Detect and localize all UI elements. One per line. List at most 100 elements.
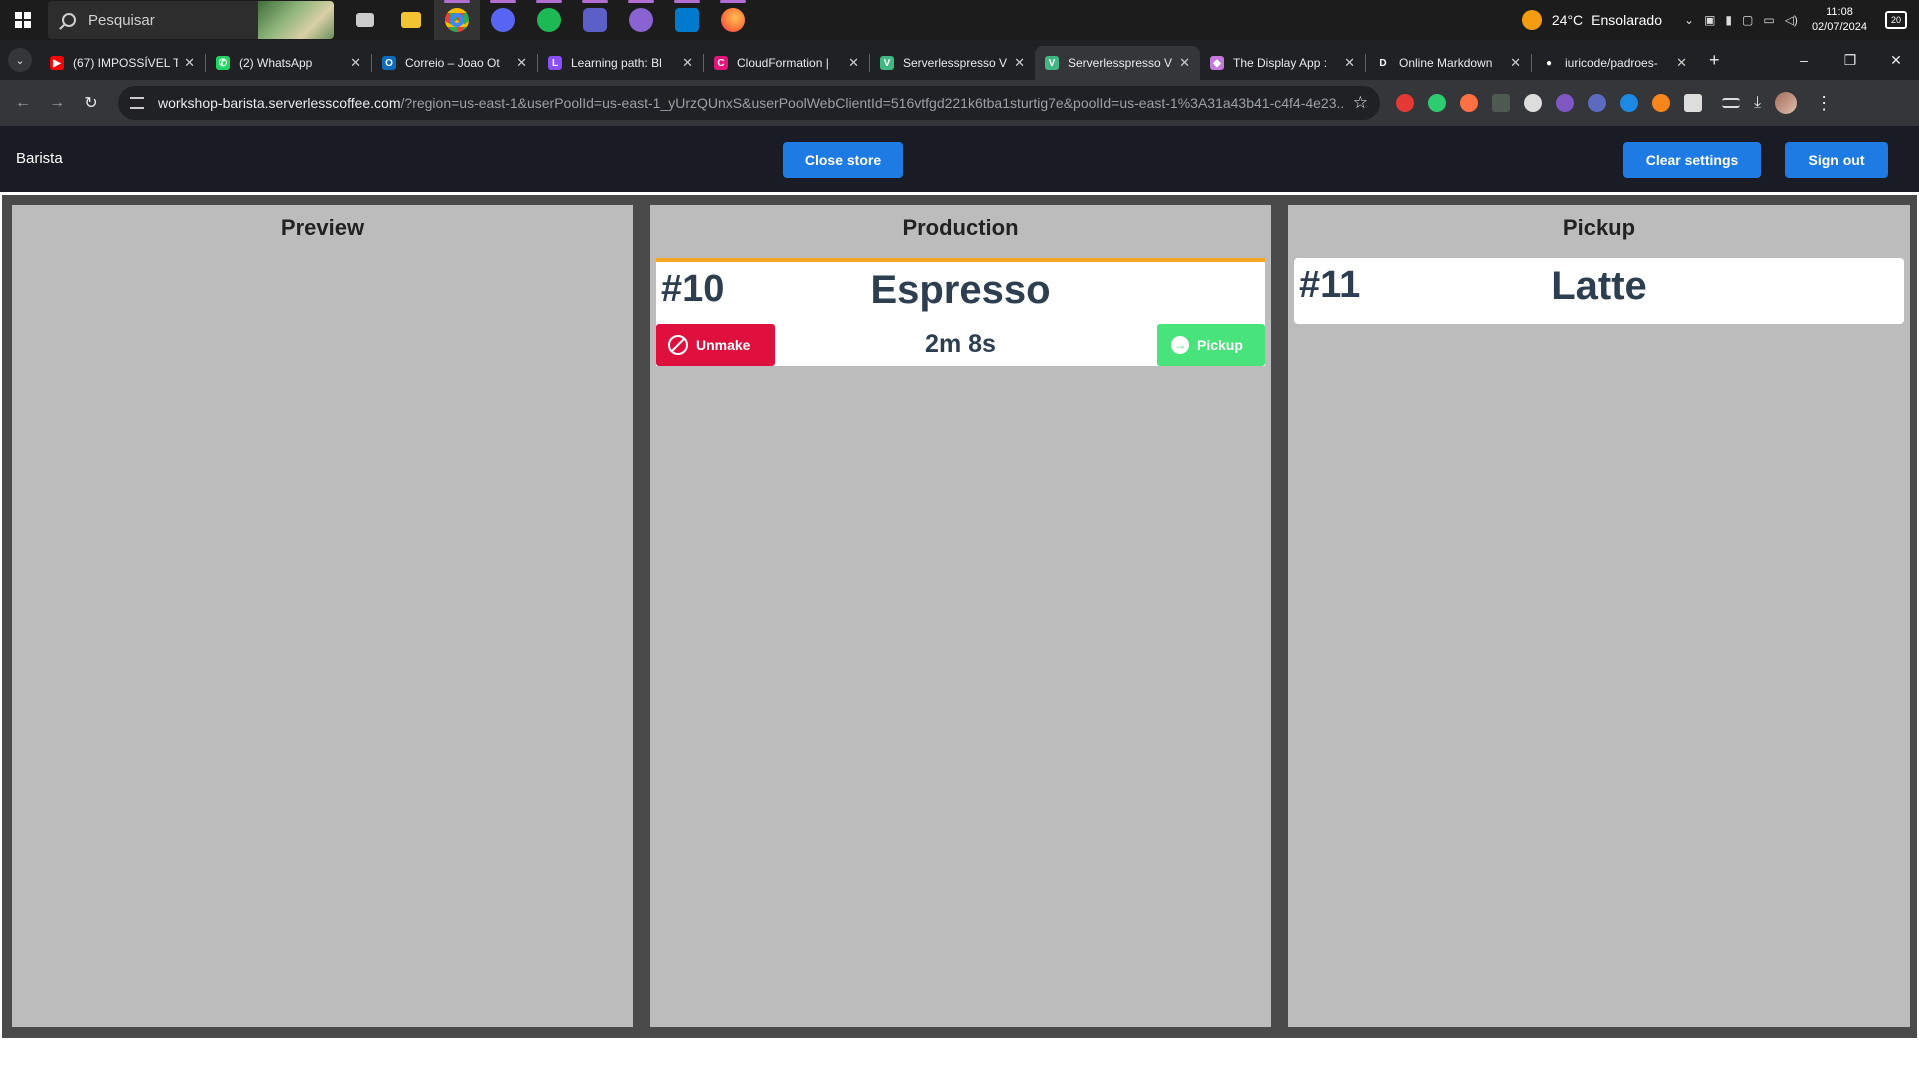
close-tab-icon[interactable]: ✕ xyxy=(516,55,527,71)
extensions-bar xyxy=(1396,94,1702,112)
close-tab-icon[interactable]: ✕ xyxy=(848,55,859,71)
order-number: #10 xyxy=(661,268,725,310)
production-column: Production Espresso #10 2m 8s Unmake → P… xyxy=(650,205,1271,1027)
close-icon[interactable]: ✕ xyxy=(1873,52,1919,69)
site-info-icon[interactable] xyxy=(130,97,144,109)
browser-tab[interactable]: O Correio – Joao Ot ✕ xyxy=(372,46,537,80)
weather-condition: Ensolarado xyxy=(1591,12,1662,28)
tab-title: (67) IMPOSSÍVEL T xyxy=(73,56,179,70)
bookmark-star-icon[interactable]: ☆ xyxy=(1353,93,1368,113)
taskbar-app-chrome[interactable] xyxy=(434,0,480,40)
tab-title: (2) WhatsApp xyxy=(239,56,313,70)
forward-button[interactable]: → xyxy=(40,94,74,112)
pickup-button[interactable]: → Pickup xyxy=(1157,324,1265,366)
ban-icon xyxy=(668,335,688,355)
browser-tab[interactable]: L Learning path: Bl ✕ xyxy=(538,46,703,80)
firefox-icon xyxy=(721,8,745,32)
back-button[interactable]: ← xyxy=(6,94,40,112)
pickup-label: Pickup xyxy=(1197,337,1243,353)
taskbar-app-task-view[interactable] xyxy=(342,0,388,40)
taskbar-search[interactable]: Pesquisar xyxy=(48,1,334,39)
cube-icon: ◆ xyxy=(1210,56,1224,70)
screen-share-icon[interactable]: ▢ xyxy=(1742,13,1753,27)
microphone-icon[interactable]: ▮ xyxy=(1725,13,1732,27)
record-icon[interactable] xyxy=(1588,94,1606,112)
sign-out-button[interactable]: Sign out xyxy=(1785,142,1888,178)
preview-column: Preview xyxy=(12,205,633,1027)
media-controls-icon[interactable] xyxy=(1722,98,1740,108)
notifications-icon[interactable]: 20 xyxy=(1885,11,1907,29)
browser-tab-strip: ⌄ ▶ (67) IMPOSSÍVEL T ✕ ✆ (2) WhatsApp ✕ O Corr… xyxy=(0,40,1919,80)
browser-menu-icon[interactable]: ⋮ xyxy=(1815,93,1833,114)
tab-search-button[interactable]: ⌄ xyxy=(8,48,32,72)
tab-title: CloudFormation | xyxy=(737,56,829,70)
clear-settings-button[interactable]: Clear settings xyxy=(1623,142,1761,178)
vue-icon: V xyxy=(1045,56,1059,70)
browser-toolbar: ← → ↻ workshop-barista.serverlesscoffee.… xyxy=(0,80,1919,126)
close-tab-icon[interactable]: ✕ xyxy=(1344,55,1355,71)
plus-circle-icon[interactable] xyxy=(1428,94,1446,112)
sync-icon[interactable] xyxy=(1620,94,1638,112)
browser-tab[interactable]: D Online Markdown ✕ xyxy=(1366,46,1531,80)
minimize-icon[interactable]: – xyxy=(1781,52,1827,68)
browser-tab[interactable]: ◆ The Display App : ✕ xyxy=(1200,46,1365,80)
clock-time: 11:08 xyxy=(1826,6,1853,18)
taskbar-app-discord[interactable] xyxy=(480,0,526,40)
browser-tab[interactable]: ▶ (67) IMPOSSÍVEL T ✕ xyxy=(40,46,205,80)
gear-extension-icon[interactable] xyxy=(1556,94,1574,112)
browser-tab[interactable]: V Serverlesspresso V ✕ xyxy=(1035,46,1200,80)
profile-avatar[interactable] xyxy=(1775,92,1798,114)
task-view-icon xyxy=(356,13,374,27)
taskbar-app-vscode[interactable] xyxy=(664,0,710,40)
url-path: /?region=us-east-1&userPoolId=us-east-1_… xyxy=(400,95,1343,111)
taskbar-app-firefox[interactable] xyxy=(710,0,756,40)
learning-icon: L xyxy=(548,56,562,70)
new-tab-button[interactable]: + xyxy=(1709,50,1720,71)
start-button[interactable] xyxy=(0,0,46,40)
download-icon[interactable]: ⤓ xyxy=(1754,94,1761,112)
tab-title: Online Markdown xyxy=(1399,56,1493,70)
window-controls: – ❐ ✕ xyxy=(1781,40,1919,80)
reload-button[interactable]: ↻ xyxy=(74,93,108,113)
screen-icon[interactable] xyxy=(1492,94,1510,112)
close-tab-icon[interactable]: ✕ xyxy=(1179,55,1190,71)
metamask-icon[interactable] xyxy=(1652,94,1670,112)
close-tab-icon[interactable]: ✕ xyxy=(1676,55,1687,71)
chevron-up-icon[interactable]: ⌄ xyxy=(1684,13,1694,27)
browser-tab[interactable]: V Serverlesspresso V ✕ xyxy=(870,46,1035,80)
clock[interactable]: 11:08 02/07/2024 xyxy=(1812,5,1867,35)
browser-tab[interactable]: ● iuricode/padroes- ✕ xyxy=(1532,46,1697,80)
restore-icon[interactable]: ❐ xyxy=(1827,52,1873,69)
markdown-icon: D xyxy=(1376,56,1390,70)
fire-icon[interactable] xyxy=(1460,94,1478,112)
taskbar-app-spotify[interactable] xyxy=(526,0,572,40)
eyedropper-icon[interactable] xyxy=(1524,94,1542,112)
column-title: Preview xyxy=(280,215,365,240)
close-tab-icon[interactable]: ✕ xyxy=(1014,55,1025,71)
close-tab-icon[interactable]: ✕ xyxy=(1510,55,1521,71)
taskbar-app-github[interactable] xyxy=(618,0,664,40)
taskbar-app-teams[interactable] xyxy=(572,0,618,40)
adblock-icon[interactable] xyxy=(1396,94,1414,112)
chrome-icon xyxy=(445,8,469,32)
order-card[interactable]: Latte #11 xyxy=(1294,258,1904,324)
address-bar[interactable]: workshop-barista.serverlesscoffee.com/?r… xyxy=(118,86,1380,120)
arrow-right-circle-icon: → xyxy=(1171,336,1189,354)
windows-logo-icon xyxy=(15,12,31,28)
camera-icon[interactable]: ▣ xyxy=(1704,13,1715,27)
browser-tab[interactable]: C CloudFormation | ✕ xyxy=(704,46,869,80)
close-store-button[interactable]: Close store xyxy=(783,142,903,178)
unmake-button[interactable]: Unmake xyxy=(656,324,775,366)
close-tab-icon[interactable]: ✕ xyxy=(184,55,195,71)
close-tab-icon[interactable]: ✕ xyxy=(350,55,361,71)
taskbar-app-file-explorer[interactable] xyxy=(388,0,434,40)
browser-tab[interactable]: ✆ (2) WhatsApp ✕ xyxy=(206,46,371,80)
github-icon: ● xyxy=(1542,56,1556,70)
weather-temperature: 24°C xyxy=(1551,12,1584,28)
network-icon[interactable]: ▭ xyxy=(1763,13,1774,27)
close-tab-icon[interactable]: ✕ xyxy=(682,55,693,71)
weather-widget[interactable]: 24°C Ensolarado xyxy=(1521,10,1662,30)
volume-icon[interactable]: ◁) xyxy=(1785,13,1798,27)
tab-title: iuricode/padroes- xyxy=(1565,56,1658,70)
puzzle-icon[interactable] xyxy=(1684,94,1702,112)
